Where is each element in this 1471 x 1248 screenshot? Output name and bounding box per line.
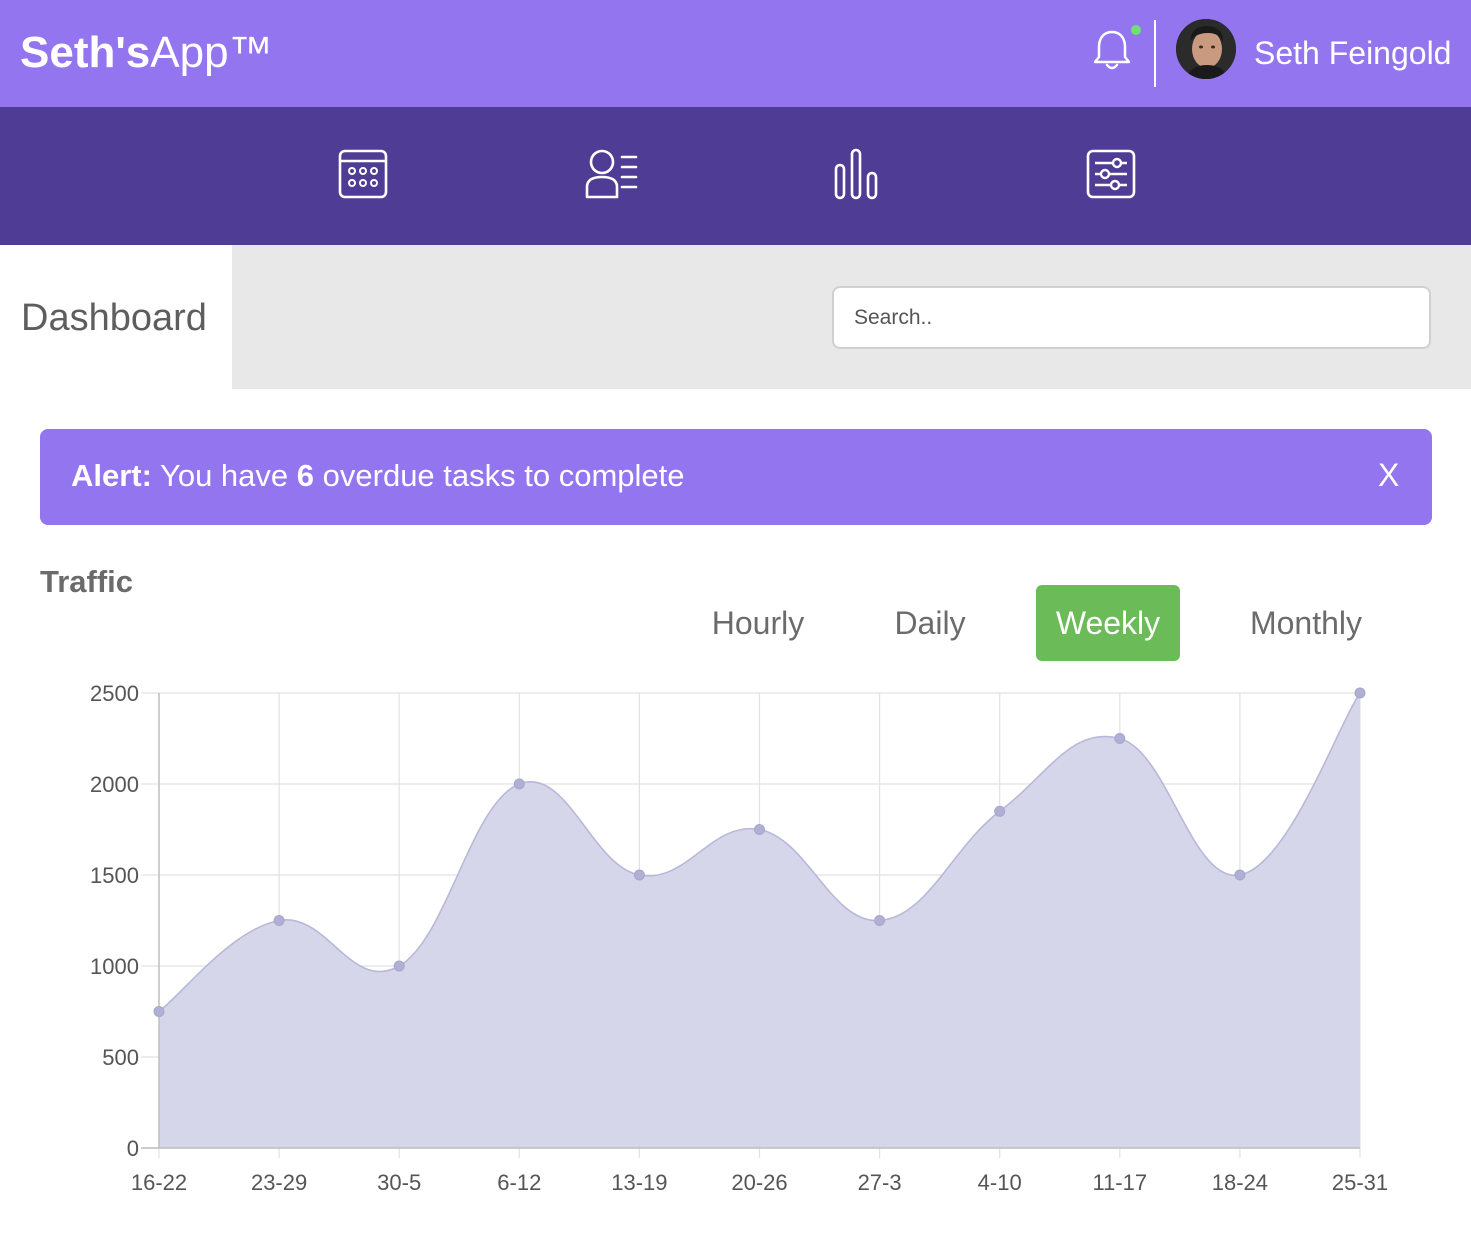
x-tick-label: 20-26 [731,1170,787,1195]
tab-weekly[interactable]: Weekly [1036,585,1180,661]
x-tick-label: 30-5 [377,1170,421,1195]
settings-icon [1086,149,1136,199]
calendar-icon [338,149,388,199]
brand-bold: Seth's [20,28,151,77]
main-nav [0,107,1471,245]
page-title: Dashboard [21,297,207,339]
y-tick-label: 0 [127,1136,139,1161]
data-point [153,1006,165,1017]
header-divider [1154,20,1156,87]
nav-stats[interactable] [826,144,886,204]
tab-monthly[interactable]: Monthly [1236,585,1376,661]
x-tick-label: 27-3 [858,1170,902,1195]
bar-chart-icon [834,148,878,200]
avatar[interactable] [1176,19,1236,79]
alert-close-button[interactable]: X [1378,457,1399,493]
data-point [994,805,1006,817]
alert-banner: Alert: You have 6 overdue tasks to compl… [40,429,1432,525]
x-tick-label: 13-19 [611,1170,667,1195]
x-tick-label: 18-24 [1212,1170,1268,1195]
nav-members[interactable] [582,144,642,204]
y-tick-label: 1000 [90,954,139,979]
alert-suffix: overdue tasks to complete [314,458,685,493]
traffic-title: Traffic [40,564,134,599]
y-tick-label: 2500 [90,681,139,706]
x-tick-label: 6-12 [497,1170,541,1195]
x-tick-label: 25-31 [1332,1170,1388,1195]
data-point [513,778,525,790]
y-tick-label: 1500 [90,863,139,888]
data-point [754,824,765,835]
nav-calendar[interactable] [333,144,393,204]
nav-settings[interactable] [1081,144,1141,204]
members-icon [585,149,638,199]
brand-light: App™ [150,28,273,77]
traffic-chart: 0 500 1000 1500 2000 2500 16-22 23-29 30-5 6-12 13… [90,681,1388,1195]
x-tick-label: 4-10 [978,1170,1022,1195]
alert-count: 6 [296,458,315,493]
x-tick-label: 16-22 [131,1170,187,1195]
alert-label: Alert: [71,458,152,493]
data-point [633,869,645,881]
user-name[interactable]: Seth Feingold [1254,33,1451,73]
data-point [273,915,285,926]
data-point [393,960,405,972]
data-point [1354,687,1366,699]
top-header: Seth'sApp™ Seth Feingold [0,0,1471,107]
search-input[interactable] [832,286,1431,349]
tab-hourly[interactable]: Hourly [698,585,818,661]
data-point [1114,733,1126,744]
data-point [1234,869,1246,881]
tab-daily[interactable]: Daily [870,585,990,661]
alert-text: Alert: You have 6 overdue tasks to compl… [71,458,685,494]
y-tick-label: 2000 [90,772,139,797]
data-point [874,915,886,926]
app-brand[interactable]: Seth'sApp™ [20,26,273,80]
x-tick-label: 11-17 [1092,1170,1147,1195]
notification-dot [1131,25,1141,35]
y-tick-label: 500 [102,1045,139,1070]
x-tick-label: 23-29 [251,1170,307,1195]
alert-prefix: You have [151,458,297,493]
bell-icon[interactable] [1090,28,1134,72]
